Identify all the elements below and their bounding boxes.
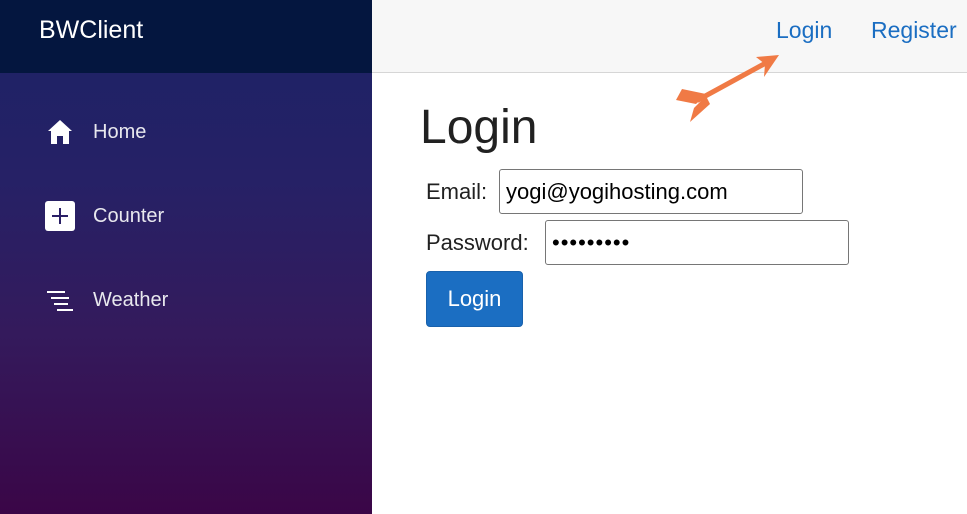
sidebar: BWClient Home Counter Weather — [0, 0, 372, 514]
sidebar-item-home[interactable]: Home — [0, 102, 372, 162]
sidebar-item-weather[interactable]: Weather — [0, 270, 372, 330]
password-field[interactable] — [545, 220, 849, 265]
password-label: Password: — [426, 230, 529, 255]
sidebar-item-label: Home — [93, 120, 147, 143]
sidebar-item-label: Weather — [93, 288, 169, 311]
login-button[interactable]: Login — [426, 271, 523, 327]
pointer-arrow-icon — [676, 55, 779, 122]
register-link[interactable]: Register — [871, 17, 957, 44]
page-title: Login — [420, 101, 538, 154]
sidebar-item-counter[interactable]: Counter — [0, 186, 372, 246]
email-field[interactable] — [499, 169, 803, 214]
email-label: Email: — [426, 179, 488, 204]
plus-square-icon — [44, 200, 76, 232]
home-icon — [44, 116, 76, 148]
brand-link[interactable]: BWClient — [39, 16, 143, 45]
brand-bar: BWClient — [0, 0, 372, 73]
top-row: Login Register — [372, 0, 967, 73]
login-link[interactable]: Login — [776, 17, 832, 44]
sidebar-item-label: Counter — [93, 204, 165, 227]
list-lines-icon — [44, 284, 76, 316]
